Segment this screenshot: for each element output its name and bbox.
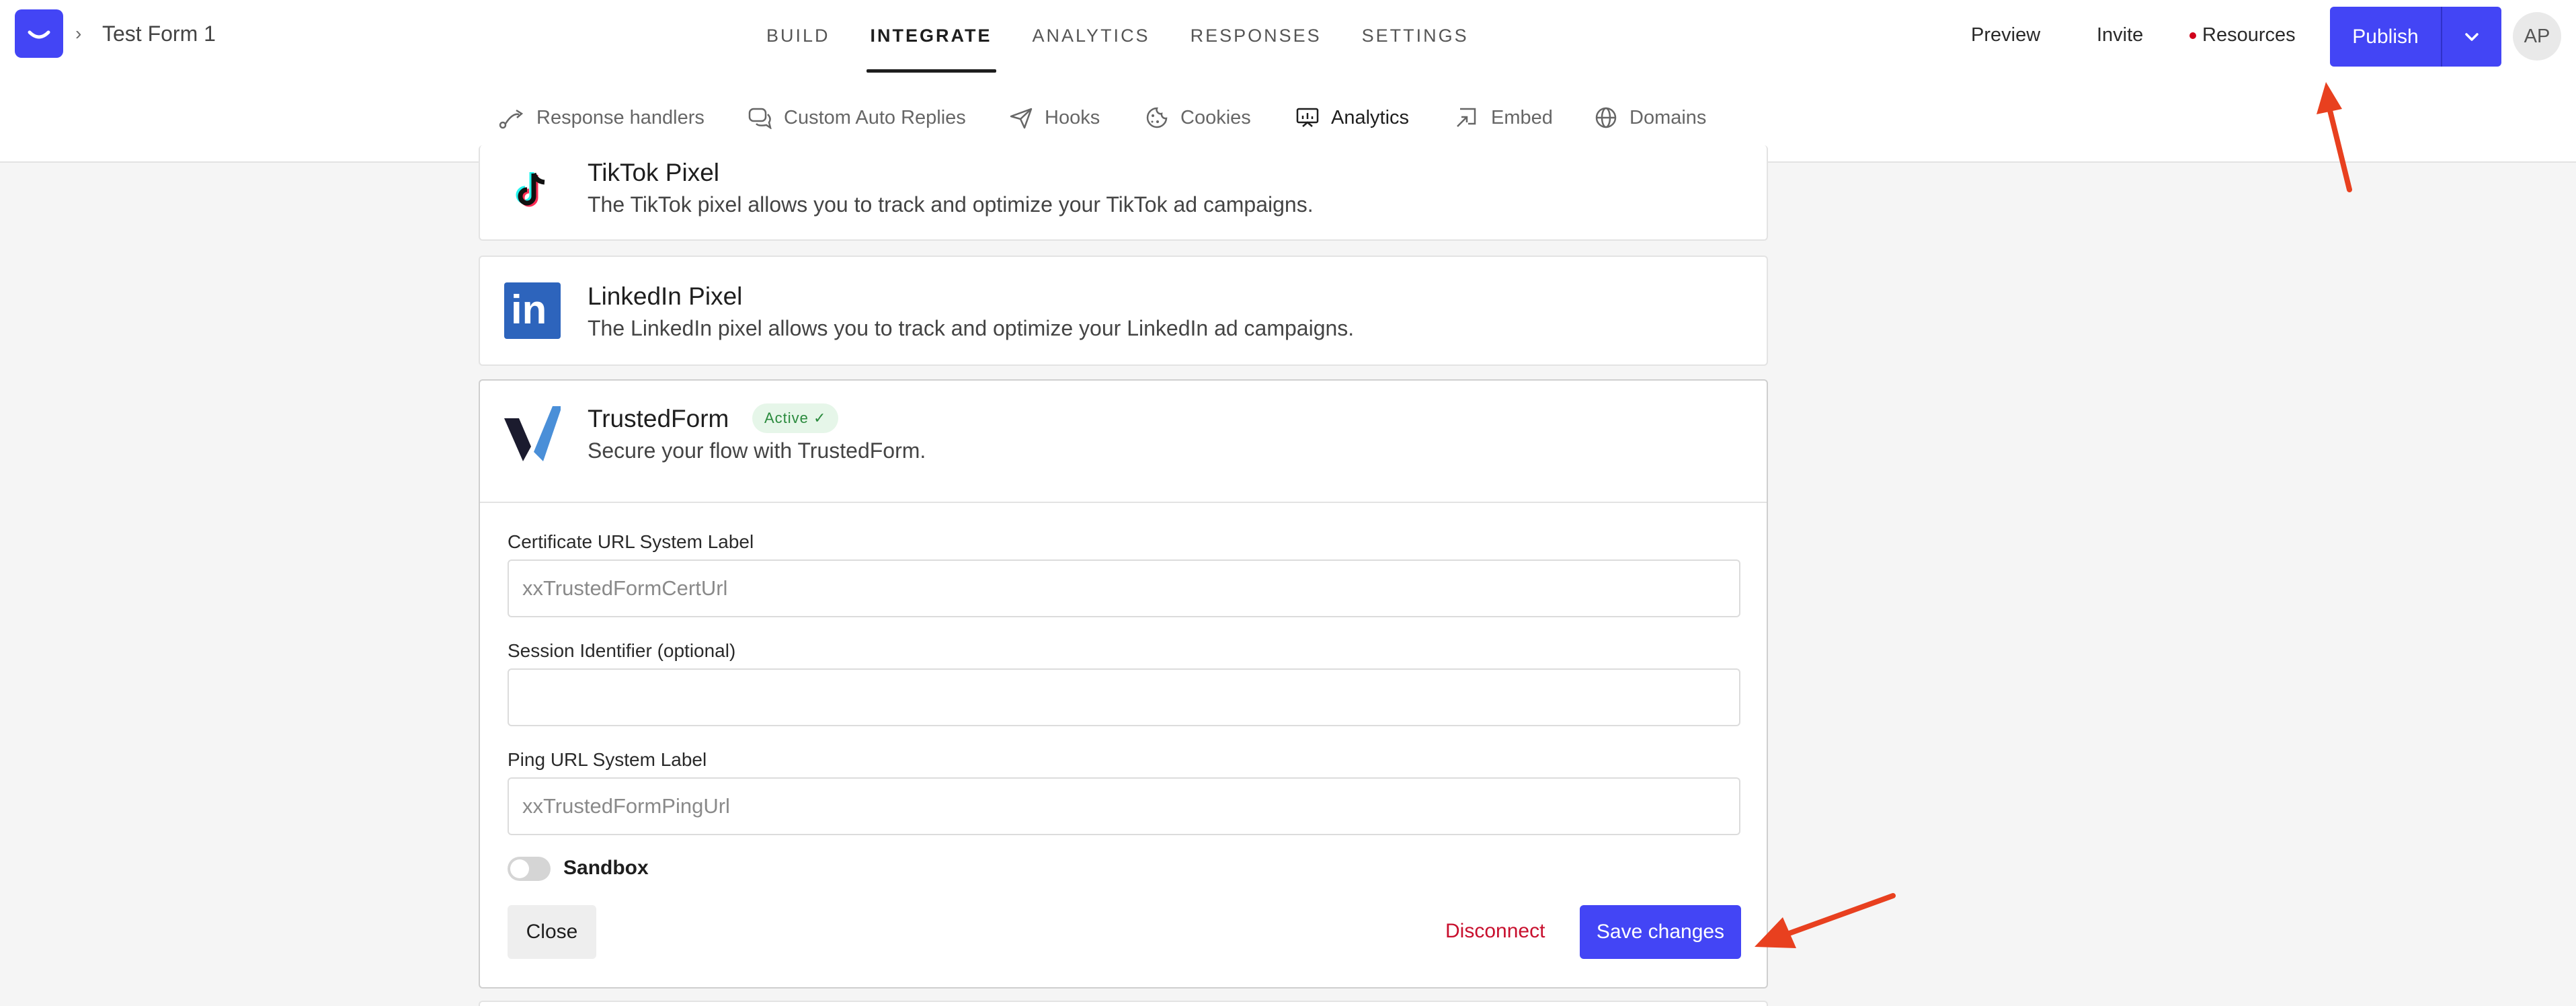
next-integration-card[interactable] xyxy=(479,1001,1768,1006)
subtab-label: Cookies xyxy=(1180,106,1251,128)
tab-settings[interactable]: SETTINGS xyxy=(1342,0,1489,73)
card-title: TikTok Pixel xyxy=(588,159,720,186)
invite-link[interactable]: Invite xyxy=(2097,24,2143,46)
trustedform-card: TrustedForm Active ✓ Secure your flow wi… xyxy=(479,379,1768,989)
globe-icon xyxy=(1595,107,1617,128)
tab-analytics[interactable]: ANALYTICS xyxy=(1012,0,1170,73)
session-identifier-label: Session Identifier (optional) xyxy=(508,640,736,661)
cert-url-label: Certificate URL System Label xyxy=(508,531,754,552)
session-identifier-input[interactable] xyxy=(508,668,1740,726)
chat-icon xyxy=(748,108,772,129)
card-description: The TikTok pixel allows you to track and… xyxy=(588,192,1314,217)
top-header: › Test Form 1 BUILD INTEGRATE ANALYTICS … xyxy=(0,0,2576,73)
breadcrumb-chevron-icon: › xyxy=(75,23,82,44)
subtab-label: Domains xyxy=(1629,106,1707,128)
card-title: TrustedForm xyxy=(588,405,729,432)
cert-url-input[interactable]: xxTrustedFormCertUrl xyxy=(508,559,1740,617)
publish-button[interactable]: Publish xyxy=(2330,7,2441,67)
subtab-label: Analytics xyxy=(1331,106,1410,128)
subtab-label: Custom Auto Replies xyxy=(784,106,966,128)
tiktok-pixel-card[interactable]: TikTok Pixel The TikTok pixel allows you… xyxy=(479,145,1768,241)
sandbox-label: Sandbox xyxy=(563,857,649,879)
preview-link[interactable]: Preview xyxy=(1971,24,2040,46)
embed-icon xyxy=(1457,108,1476,127)
close-button[interactable]: Close xyxy=(508,905,596,959)
tab-integrate[interactable]: INTEGRATE xyxy=(850,0,1012,73)
annotation-arrow-icon xyxy=(2317,82,2352,192)
card-description: Secure your flow with TrustedForm. xyxy=(588,438,926,463)
subtab-label: Embed xyxy=(1491,106,1553,128)
divider xyxy=(480,502,1767,503)
tab-build[interactable]: BUILD xyxy=(746,0,850,73)
linkedin-logo-icon: in xyxy=(504,282,561,339)
form-title[interactable]: Test Form 1 xyxy=(102,22,216,46)
tab-responses[interactable]: RESPONSES xyxy=(1170,0,1342,73)
paper-plane-icon xyxy=(1010,108,1033,129)
save-changes-button[interactable]: Save changes xyxy=(1580,905,1741,959)
disconnect-button[interactable]: Disconnect xyxy=(1445,920,1545,943)
smile-logo-icon xyxy=(28,30,50,39)
linkedin-pixel-card[interactable]: in LinkedIn Pixel The LinkedIn pixel all… xyxy=(479,256,1768,366)
resources-link[interactable]: Resources xyxy=(2202,24,2296,46)
route-icon xyxy=(499,109,524,129)
annotation-arrow-icon xyxy=(1755,893,1896,948)
status-badge: Active ✓ xyxy=(752,403,839,433)
trustedform-logo-icon xyxy=(504,405,562,461)
card-description: The LinkedIn pixel allows you to track a… xyxy=(588,316,1355,340)
notification-dot xyxy=(2189,32,2196,39)
cookie-icon xyxy=(1146,107,1168,128)
tiktok-logo-icon xyxy=(504,161,561,218)
card-title: LinkedIn Pixel xyxy=(588,282,743,310)
linkedin-logo-text: in xyxy=(511,287,547,332)
chevron-down-icon xyxy=(2465,32,2479,41)
publish-options-button[interactable] xyxy=(2442,7,2501,67)
ping-url-input[interactable]: xxTrustedFormPingUrl xyxy=(508,777,1740,835)
presentation-chart-icon xyxy=(1296,108,1319,127)
ping-url-label: Ping URL System Label xyxy=(508,749,707,770)
sandbox-toggle[interactable] xyxy=(508,857,551,881)
subtab-label: Hooks xyxy=(1045,106,1100,128)
avatar[interactable]: AP xyxy=(2513,12,2561,61)
subtab-label: Response handlers xyxy=(536,106,705,128)
app-logo[interactable] xyxy=(15,9,63,58)
main-nav: BUILD INTEGRATE ANALYTICS RESPONSES SETT… xyxy=(746,0,1489,73)
